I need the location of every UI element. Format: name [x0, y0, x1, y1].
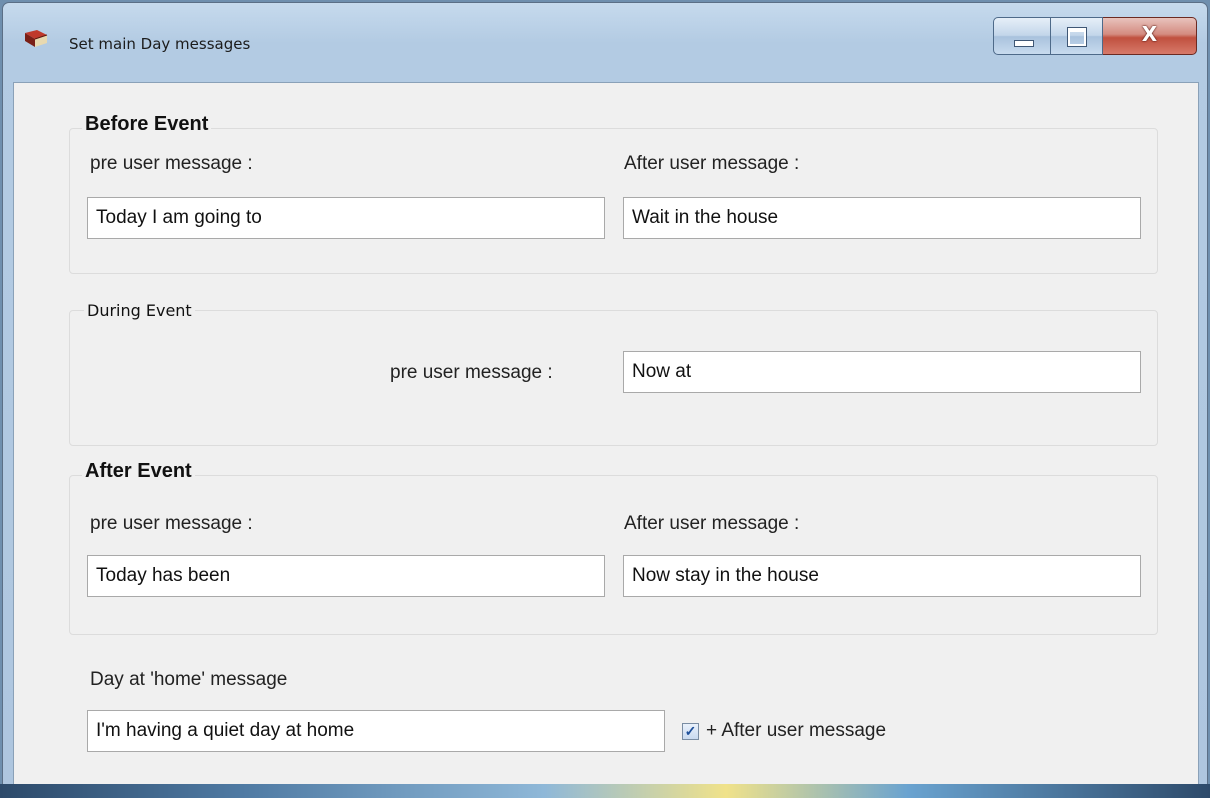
after-pre-label: pre user message :	[90, 513, 253, 534]
before-pre-input[interactable]	[87, 197, 605, 239]
minimize-button[interactable]	[993, 17, 1051, 55]
after-user-message-checkbox-label[interactable]: + After user message	[706, 720, 886, 742]
close-icon: X	[1141, 22, 1158, 46]
before-after-label: After user message :	[624, 153, 800, 174]
before-event-legend: Before Event	[82, 113, 212, 136]
after-after-label: After user message :	[624, 513, 800, 534]
maximize-icon	[1067, 27, 1087, 47]
after-pre-input[interactable]	[87, 555, 605, 597]
during-pre-label: pre user message :	[390, 362, 553, 383]
during-pre-input[interactable]	[623, 351, 1141, 393]
caption-buttons: X	[993, 17, 1199, 57]
title-bar[interactable]: Set main Day messages X	[3, 3, 1207, 83]
after-after-input[interactable]	[623, 555, 1141, 597]
after-user-message-checkbox[interactable]: ✓	[682, 723, 699, 740]
before-pre-label: pre user message :	[90, 153, 253, 174]
dialog-window: Set main Day messages X Before Event pre…	[2, 2, 1208, 794]
minimize-icon	[1014, 40, 1034, 47]
after-event-legend: After Event	[82, 460, 195, 483]
close-button[interactable]: X	[1103, 17, 1197, 55]
maximize-button[interactable]	[1051, 17, 1103, 55]
home-message-input[interactable]	[87, 710, 665, 752]
during-event-legend: During Event	[84, 301, 195, 320]
before-after-input[interactable]	[623, 197, 1141, 239]
home-message-label: Day at 'home' message	[90, 669, 288, 690]
app-book-icon	[25, 30, 48, 47]
dialog-client-area: Before Event pre user message : After us…	[13, 82, 1199, 786]
desktop-taskbar-edge	[0, 784, 1210, 798]
window-title: Set main Day messages	[69, 35, 251, 53]
